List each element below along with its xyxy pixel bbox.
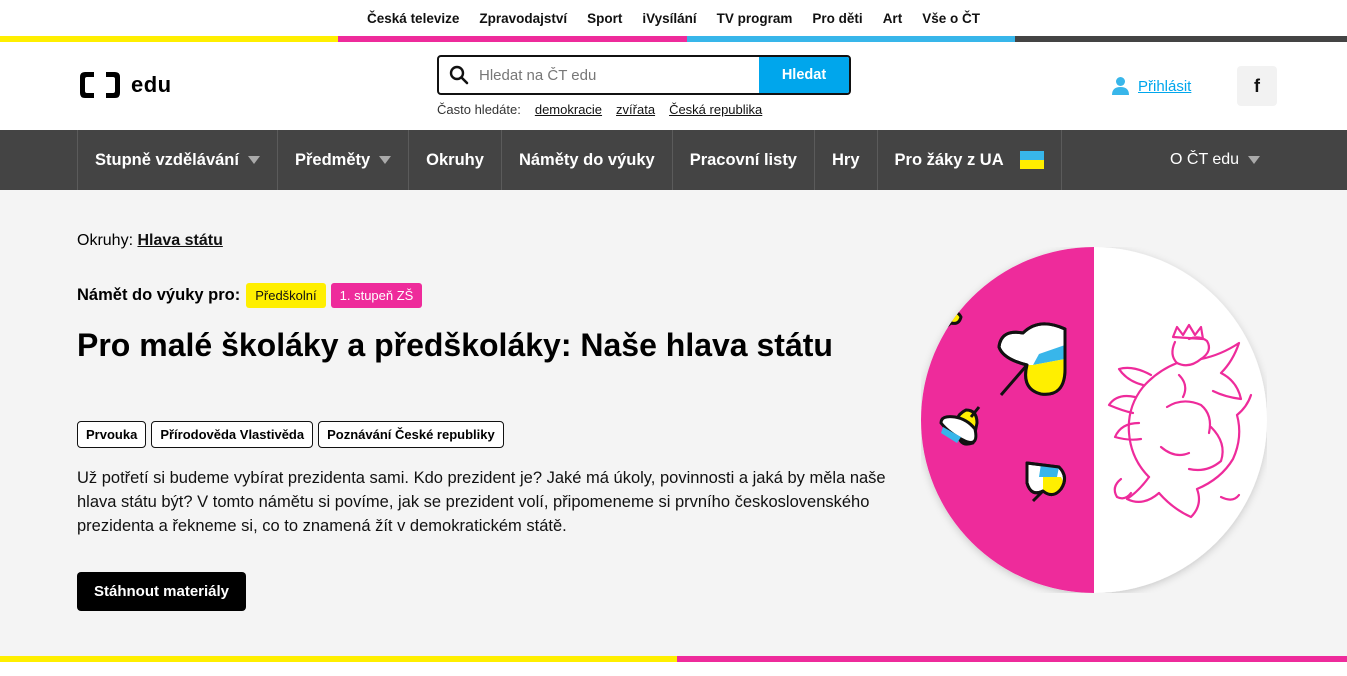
levels-label: Námět do výuky pro:: [77, 286, 241, 304]
topnav-ivysilani[interactable]: iVysílání: [642, 11, 696, 26]
breadcrumb-label: Okruhy:: [77, 232, 134, 249]
login-label: Přihlásit: [1138, 77, 1192, 95]
page-title: Pro malé školáky a předškoláky: Naše hla…: [77, 327, 833, 363]
logo-text: edu: [131, 72, 172, 97]
bottom-color-stripe: [0, 656, 1347, 662]
nav-label: Hry: [832, 150, 860, 169]
topic-description: Už potřetí si budeme vybírat prezidenta …: [77, 469, 886, 535]
user-icon: [1112, 77, 1129, 95]
nav-label: Pro žáky z UA: [894, 150, 1004, 169]
ct-edu-logo[interactable]: edu: [77, 69, 172, 101]
nav-label: Předměty: [294, 150, 371, 169]
nav-label: Náměty do výuky: [518, 150, 655, 169]
level-badge-1-stupen[interactable]: 1. stupeň ZŠ: [330, 283, 423, 308]
breadcrumb-link[interactable]: Hlava státu: [137, 232, 222, 249]
search-icon: [439, 57, 479, 93]
topnav-ceska-televize[interactable]: Česká televize: [367, 11, 459, 26]
login-link[interactable]: Přihlásit: [1112, 76, 1191, 96]
nav-namety-do-vyuky[interactable]: Náměty do výuky: [500, 130, 672, 190]
search-bar: Hledat: [437, 55, 851, 95]
nav-o-ct-edu[interactable]: O ČT edu: [1170, 130, 1261, 190]
topnav-pro-deti[interactable]: Pro děti: [812, 11, 862, 26]
frequent-link-ceska-republika[interactable]: Česká republika: [669, 102, 762, 117]
ukraine-flag-icon: [1019, 151, 1044, 169]
chevron-down-icon: [379, 156, 392, 164]
facebook-icon[interactable]: f: [1237, 66, 1277, 106]
topic-illustration: [921, 247, 1267, 593]
chevron-down-icon: [247, 156, 260, 164]
topnav-art[interactable]: Art: [883, 11, 903, 26]
topnav-tv-program[interactable]: TV program: [717, 11, 793, 26]
frequent-link-demokracie[interactable]: demokracie: [535, 102, 602, 117]
topic-hero: Okruhy: Hlava státu Námět do výuky pro: …: [0, 190, 1347, 656]
nav-pro-zaky-z-ua[interactable]: Pro žáky z UA: [876, 130, 1062, 190]
download-materials-button[interactable]: Stáhnout materiály: [77, 572, 247, 611]
nav-predmety[interactable]: Předměty: [276, 130, 408, 190]
topnav-vse-o-ct[interactable]: Vše o ČT: [922, 11, 980, 26]
education-levels: Námět do výuky pro: Předškolní 1. stupeň…: [77, 283, 423, 308]
nav-label: Pracovní listy: [689, 150, 797, 169]
tag-prirodoveda-vlastiveda[interactable]: Přírodověda Vlastivěda: [151, 421, 314, 448]
main-nav: Stupně vzdělávání Předměty Okruhy Náměty…: [0, 130, 1347, 190]
subject-tags: Prvouka Přírodověda Vlastivěda Poznávání…: [77, 421, 504, 448]
frequent-label: Často hledáte:: [437, 102, 521, 117]
nav-pracovni-listy[interactable]: Pracovní listy: [671, 130, 814, 190]
frequent-searches: Často hledáte: demokracie zvířata Česká …: [437, 102, 762, 117]
nav-label: Okruhy: [426, 150, 484, 169]
nav-okruhy[interactable]: Okruhy: [408, 130, 501, 190]
tag-prvouka[interactable]: Prvouka: [77, 421, 147, 448]
level-badge-predskolni[interactable]: Předškolní: [246, 283, 326, 308]
nav-hry[interactable]: Hry: [814, 130, 877, 190]
nav-stupne-vzdelavani[interactable]: Stupně vzdělávání: [77, 130, 277, 190]
search-input[interactable]: [479, 57, 759, 93]
topnav-zpravodajstvi[interactable]: Zpravodajství: [479, 11, 567, 26]
frequent-link-zvirata[interactable]: zvířata: [616, 102, 655, 117]
nav-about-label: O ČT edu: [1170, 151, 1240, 168]
nav-label: Stupně vzdělávání: [95, 150, 239, 169]
breadcrumb: Okruhy: Hlava státu: [77, 232, 223, 250]
tag-poznavani-ceske-republiky[interactable]: Poznávání České republiky: [318, 421, 504, 448]
ct-logo-icon: [80, 72, 120, 98]
header: edu Hledat Často hledáte: demokracie zví…: [0, 42, 1347, 130]
network-bar: Česká televize Zpravodajství Sport iVysí…: [0, 0, 1347, 36]
search-button[interactable]: Hledat: [759, 57, 849, 93]
topnav-sport[interactable]: Sport: [587, 11, 622, 26]
chevron-down-icon: [1248, 156, 1261, 164]
